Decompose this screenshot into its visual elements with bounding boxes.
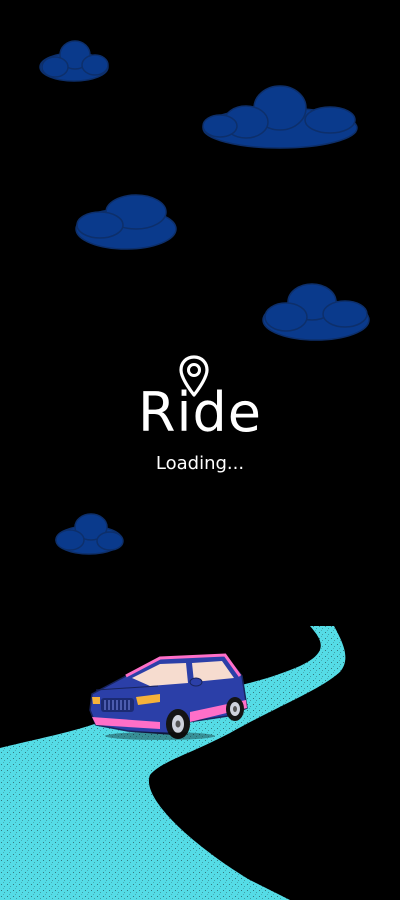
brand-logo: Ride bbox=[0, 355, 400, 445]
car bbox=[89, 653, 248, 740]
loading-label: Loading... bbox=[155, 453, 245, 474]
rear-wheel bbox=[226, 697, 244, 721]
car-illustration bbox=[89, 653, 248, 740]
brand-name: Ride bbox=[137, 381, 263, 444]
splash-screen: Ride Loading... bbox=[0, 0, 400, 900]
